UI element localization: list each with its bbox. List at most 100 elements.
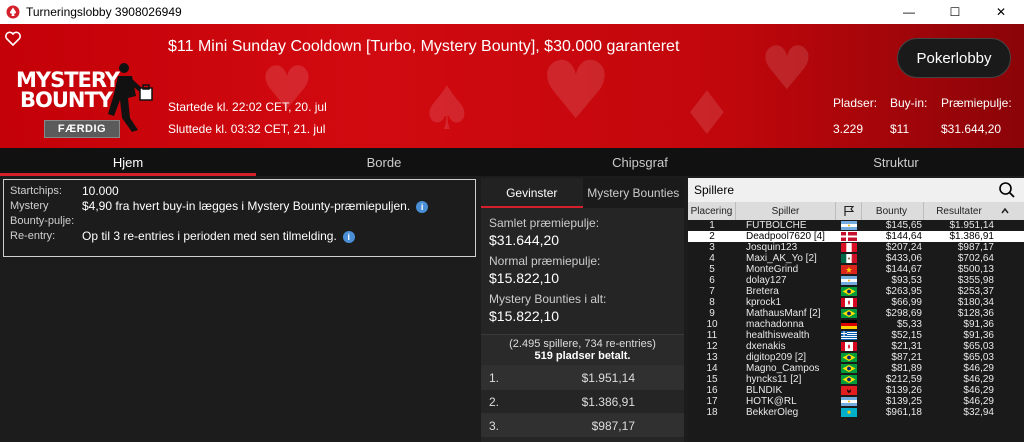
canada-flag-icon [841, 342, 857, 351]
close-button[interactable]: ✕ [978, 0, 1024, 24]
player-place: 7 [709, 286, 715, 297]
maximize-button[interactable]: ☐ [932, 0, 978, 24]
player-bounty: $139,26 [885, 385, 922, 396]
mystery-bounty-value: $4,90 fra hvert buy-in lægges i Mystery … [82, 199, 411, 213]
logo-word-bounty: BOUNTY [20, 88, 113, 112]
player-bounty: $144,64 [885, 231, 922, 242]
reentry-value: Op til 3 re-entries i perioden med sen t… [82, 229, 337, 243]
prize-pool-value: $31.644,20 [941, 122, 1002, 136]
player-row[interactable]: 11 healthiswealth $52,15 $91,36 [688, 330, 1024, 341]
denmark-flag-icon [841, 232, 857, 241]
mexico-flag-icon [841, 254, 857, 263]
player-bounty: $66,99 [891, 297, 922, 308]
player-result: $46,29 [963, 374, 994, 385]
player-row[interactable]: 15 hyncks11 [2] $212,59 $46,29 [688, 374, 1024, 385]
player-place: 2 [709, 231, 715, 242]
player-row[interactable]: 2 Deadpool7620 [4] $144,64 $1.386,91 [688, 231, 1024, 242]
heart-decoration-icon: ♥ [760, 34, 814, 104]
player-row[interactable]: 6 dolay127 $93,53 $355,98 [688, 275, 1024, 286]
player-row[interactable]: 8 kprock1 $66,99 $180,34 [688, 297, 1024, 308]
player-name: machadonna [746, 319, 804, 330]
player-flag [836, 265, 862, 274]
player-bounty: $433,06 [885, 253, 922, 264]
search-icon[interactable] [998, 181, 1016, 199]
player-name: HOTK@RL [746, 396, 797, 407]
player-bounty: $5,33 [896, 319, 922, 330]
player-flag [836, 232, 862, 241]
entries-count: (2.495 spillere, 734 re-entries) [509, 338, 656, 350]
tab-chip-graph[interactable]: Chipsgraf [512, 148, 768, 176]
spade-decoration-icon: ♠ [420, 74, 474, 144]
payout-list: 1. $1.951,14 2. $1.386,91 3. $987,17 [481, 365, 684, 437]
tab-structure[interactable]: Struktur [768, 148, 1024, 176]
canada-flag-icon [841, 298, 857, 307]
heart-decoration-icon: ♥ [540, 44, 612, 137]
player-row[interactable]: 1 FUTBOLCHE $145,65 $1.951,14 [688, 220, 1024, 231]
player-result: $46,29 [963, 396, 994, 407]
brazil-flag-icon [841, 375, 857, 384]
player-row[interactable]: 13 digitop209 [2] $87,21 $65,03 [688, 352, 1024, 363]
albania-flag-icon [841, 386, 857, 395]
player-name: Maxi_AK_Yo [2] [746, 253, 817, 264]
player-name: Magno_Campos [746, 363, 820, 374]
prize-pool-label: Præmiepulje: [941, 96, 1012, 110]
column-place[interactable]: Placering [688, 202, 736, 220]
player-name: MonteGrind [746, 264, 799, 275]
player-row[interactable]: 12 dxenakis $21,31 $65,03 [688, 341, 1024, 352]
tab-home[interactable]: Hjem [0, 148, 256, 176]
player-name: FUTBOLCHE [746, 220, 807, 231]
player-result: $180,34 [957, 297, 994, 308]
poker-lobby-button[interactable]: Pokerlobby [897, 38, 1011, 78]
player-row[interactable]: 16 BLNDIK $139,26 $46,29 [688, 385, 1024, 396]
column-bounty[interactable]: Bounty [862, 202, 924, 220]
player-flag [836, 342, 862, 351]
column-flag[interactable] [836, 202, 862, 220]
column-result[interactable]: Resultater [924, 202, 998, 220]
tab-winners[interactable]: Gevinster [481, 178, 583, 208]
player-name: healthiswealth [746, 330, 810, 341]
player-result: $987,17 [957, 242, 994, 253]
player-row[interactable]: 17 HOTK@RL $139,25 $46,29 [688, 396, 1024, 407]
player-row[interactable]: 4 Maxi_AK_Yo [2] $433,06 $702,64 [688, 253, 1024, 264]
player-place: 1 [709, 220, 715, 231]
player-result: $65,03 [963, 352, 994, 363]
minimize-button[interactable]: — [886, 0, 932, 24]
player-row[interactable]: 3 Josquin123 $207,24 $987,17 [688, 242, 1024, 253]
tournament-header: ♥ ♠ ♥ ♦ ♥ MYSTERY BOUNTY FÆRDIG $11 Mini… [0, 24, 1024, 148]
player-bounty: $144,67 [885, 264, 922, 275]
player-row[interactable]: 7 Bretera $263,95 $253,37 [688, 286, 1024, 297]
vietnam-flag-icon [841, 265, 857, 274]
tab-mystery-bounties[interactable]: Mystery Bounties [583, 178, 685, 208]
reentry-label: Re-entry: [10, 230, 56, 242]
diamond-decoration-icon: ♦ [680, 79, 734, 148]
player-row[interactable]: 18 BekkerOleg $961,18 $32,94 [688, 407, 1024, 418]
player-bounty: $212,59 [885, 374, 922, 385]
favorite-heart-icon[interactable] [4, 30, 22, 48]
player-result: $46,29 [963, 363, 994, 374]
player-flag [836, 331, 862, 340]
player-row[interactable]: 14 Magno_Campos $81,89 $46,29 [688, 363, 1024, 374]
info-icon[interactable]: i [416, 200, 429, 213]
player-result: $500,13 [957, 264, 994, 275]
tab-tables[interactable]: Borde [256, 148, 512, 176]
brazil-flag-icon [841, 364, 857, 373]
player-flag [836, 254, 862, 263]
player-result: $1.386,91 [949, 231, 995, 242]
players-table-header: Placering Spiller Bounty Resultater [688, 202, 1024, 220]
players-table-body: 1 FUTBOLCHE $145,65 $1.951,14 2 Deadpool7620 … [688, 220, 1024, 418]
mystery-total-value: $15.822,10 [489, 308, 560, 324]
mystery-bounty-label-1: Mystery [10, 200, 49, 212]
player-result: $702,64 [957, 253, 994, 264]
chevron-up-icon[interactable] [998, 202, 1012, 220]
player-row[interactable]: 5 MonteGrind $144,67 $500,13 [688, 264, 1024, 275]
player-flag [836, 298, 862, 307]
brazil-flag-icon [841, 287, 857, 296]
player-flag [836, 386, 862, 395]
player-row[interactable]: 10 machadonna $5,33 $91,36 [688, 319, 1024, 330]
payout-row: 2. $1.386,91 [481, 389, 684, 413]
info-icon[interactable]: i [342, 230, 355, 243]
mystery-bounty-label-2: Bounty-pulje: [10, 215, 75, 227]
player-row[interactable]: 9 MathausManf [2] $298,69 $128,36 [688, 308, 1024, 319]
player-place: 9 [709, 308, 715, 319]
column-player[interactable]: Spiller [736, 202, 836, 220]
